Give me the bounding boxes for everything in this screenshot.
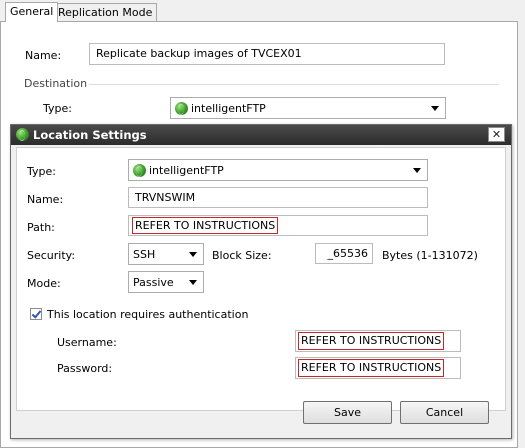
tab-replication-mode[interactable]: Replication Mode [53, 3, 158, 21]
username-value: REFER TO INSTRUCTIONS [298, 332, 445, 350]
username-label: Username: [57, 336, 117, 349]
dialog-type-value: intelligentFTP [149, 163, 224, 177]
dialog-title: Location Settings [33, 128, 147, 142]
location-settings-dialog: Location Settings ✕ Type: intelligentFTP… [10, 124, 512, 439]
close-button[interactable]: ✕ [488, 127, 505, 142]
tab-general[interactable]: General [5, 2, 59, 22]
path-field[interactable]: REFER TO INSTRUCTIONS [128, 215, 428, 236]
auth-label[interactable]: This location requires authentication [47, 308, 248, 321]
chevron-down-icon [189, 252, 197, 257]
auth-checkbox[interactable] [30, 308, 42, 320]
mode-label: Mode: [27, 277, 61, 290]
security-label: Security: [27, 249, 76, 262]
blocksize-field[interactable]: _65536 [315, 243, 373, 264]
dialog-type-combo[interactable]: intelligentFTP [128, 159, 428, 181]
dialog-type-label: Type: [27, 165, 56, 178]
mode-value: Passive [133, 275, 174, 289]
type-value: intelligentFTP [191, 101, 266, 115]
destination-label: Destination [24, 77, 88, 90]
username-field[interactable]: REFER TO INSTRUCTIONS [295, 330, 461, 352]
path-value: REFER TO INSTRUCTIONS [132, 217, 279, 234]
dialog-name-field[interactable]: TRVNSWIM [128, 187, 428, 208]
chevron-down-icon [431, 106, 439, 111]
name-label: Name: [25, 49, 62, 62]
chevron-down-icon [189, 280, 197, 285]
chevron-down-icon [413, 168, 421, 173]
dialog-path-label: Path: [27, 221, 55, 234]
password-value: REFER TO INSTRUCTIONS [298, 359, 445, 377]
tab-general-label: General [10, 5, 54, 18]
dialog-titlebar[interactable]: Location Settings ✕ [11, 125, 511, 145]
blocksize-range: Bytes (1-131072) [382, 249, 478, 262]
dialog-body: Type: intelligentFTP Name: TRVNSWIM Path… [16, 147, 506, 411]
globe-icon [133, 163, 146, 177]
mode-combo[interactable]: Passive [128, 271, 204, 293]
checkmark-icon [31, 308, 42, 319]
name-field[interactable]: Replicate backup images of TVCEX01 [89, 43, 445, 65]
security-value: SSH [133, 247, 156, 261]
type-combo[interactable]: intelligentFTP [170, 97, 446, 119]
close-icon: ✕ [491, 128, 502, 141]
tab-replication-mode-label: Replication Mode [58, 6, 153, 19]
blocksize-label: Block Size: [212, 249, 272, 262]
type-label: Type: [43, 102, 72, 115]
globe-icon [175, 101, 188, 115]
cancel-button[interactable]: Cancel [400, 401, 489, 424]
globe-icon [16, 128, 29, 141]
password-label: Password: [57, 362, 113, 375]
destination-divider [89, 84, 499, 85]
save-button[interactable]: Save [303, 401, 392, 424]
dialog-name-label: Name: [27, 193, 64, 206]
password-field[interactable]: REFER TO INSTRUCTIONS [295, 357, 461, 379]
security-combo[interactable]: SSH [128, 243, 204, 265]
